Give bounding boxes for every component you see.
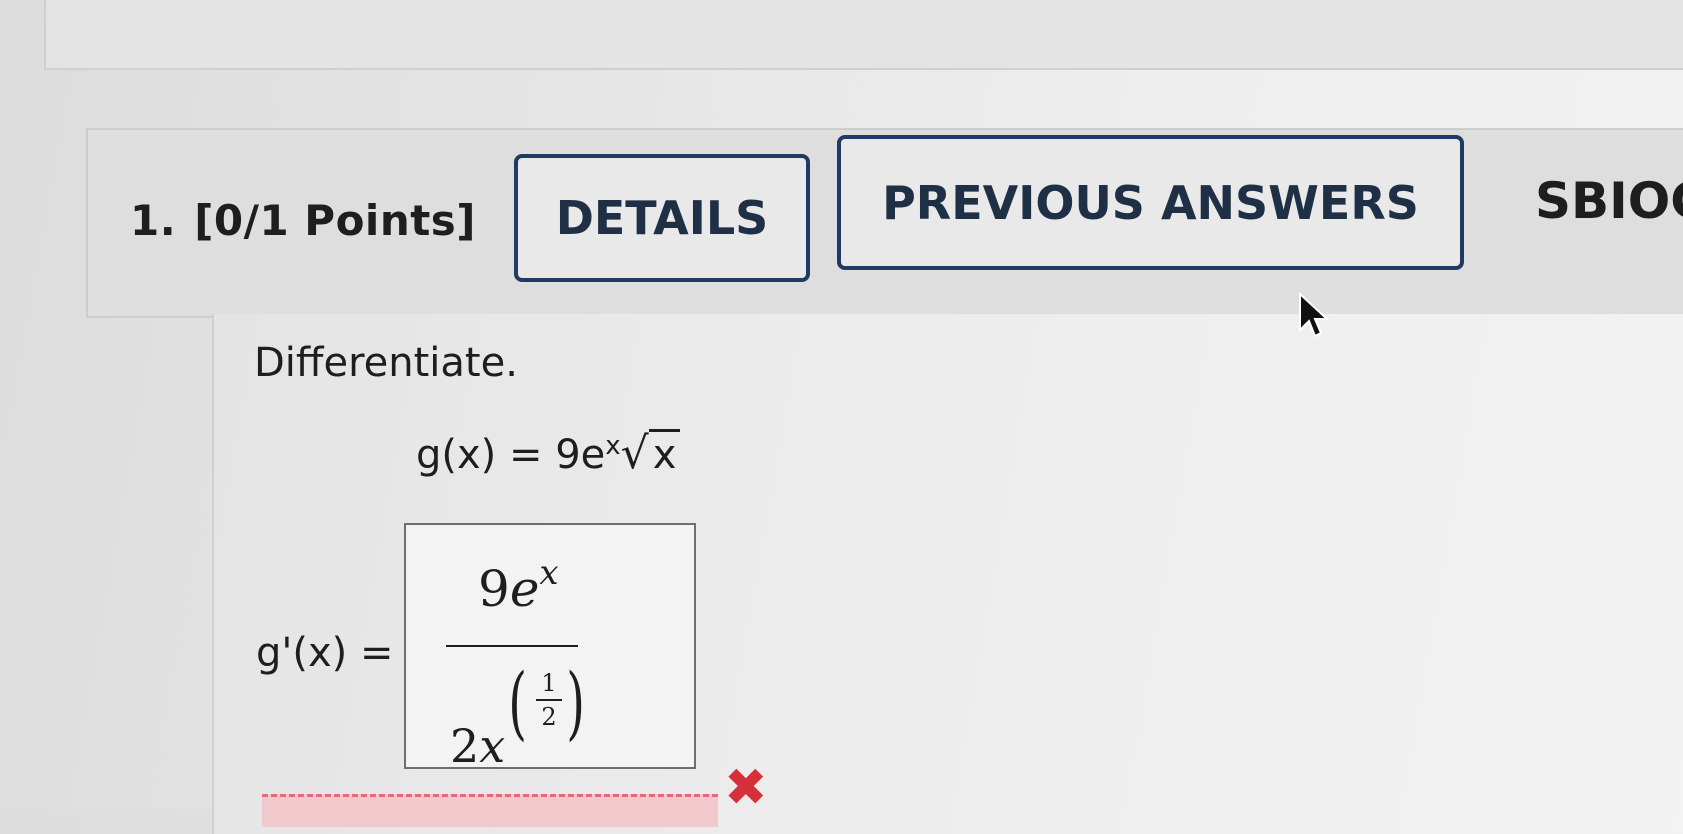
denominator-var: x — [479, 719, 506, 773]
left-paren: ( — [508, 656, 527, 749]
details-button[interactable]: DETAILS — [514, 154, 810, 282]
function-lhs: g(x) = 9e — [416, 432, 606, 478]
answer-numerator: 9ex — [478, 553, 559, 618]
feedback-strip — [262, 794, 718, 827]
numerator-coeff: 9 — [478, 560, 510, 618]
radicand: x — [648, 429, 681, 478]
close-icon: ✖ — [724, 758, 768, 818]
right-paren: ) — [566, 656, 585, 749]
square-root: √ x — [621, 428, 681, 479]
exponent-denominator: 2 — [541, 703, 557, 731]
points-score: [0/1 Points] — [194, 196, 476, 245]
function-definition: g(x) = 9ex√ x — [416, 428, 681, 479]
answer-input-box[interactable]: 9ex 2x ( 1 2 ) — [404, 523, 696, 774]
source-label: SBIOC — [1535, 172, 1683, 230]
previous-answers-button[interactable]: PREVIOUS ANSWERS — [837, 135, 1464, 270]
denominator-base: 2x — [450, 719, 505, 773]
exponent-fraction: 1 2 — [536, 669, 562, 731]
function-exponent: x — [605, 431, 621, 461]
fraction-bar — [446, 645, 578, 647]
answer-denominator: 2x ( 1 2 ) — [450, 656, 600, 774]
numerator-exp: x — [539, 553, 559, 593]
question-points-label: 1. [0/1 Points] — [130, 196, 476, 245]
question-number: 1. — [130, 196, 177, 245]
denominator-coeff: 2 — [450, 719, 480, 773]
derivative-label: g'(x) = — [256, 630, 394, 676]
numerator-base: e — [509, 560, 540, 618]
question-prompt: Differentiate. — [254, 340, 518, 386]
previous-question-panel — [44, 0, 1683, 70]
mouse-pointer-icon — [1299, 292, 1330, 338]
exponent-fraction-bar — [536, 699, 562, 701]
exponent-numerator: 1 — [541, 669, 557, 697]
